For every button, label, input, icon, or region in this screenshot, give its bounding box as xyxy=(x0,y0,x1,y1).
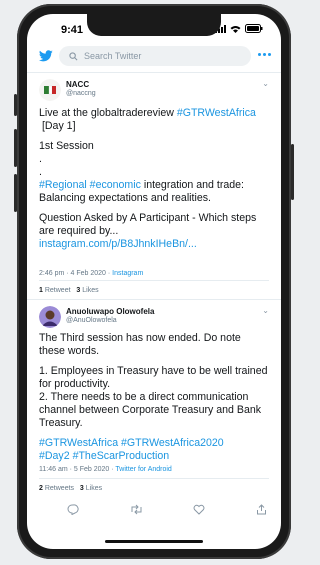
tweet-line: integration and trade: xyxy=(140,179,244,191)
tweet-source-link[interactable]: Twitter for Android xyxy=(115,466,171,473)
tweet-line: 1st Session xyxy=(39,140,94,152)
heart-icon[interactable] xyxy=(193,504,205,515)
author-name[interactable]: NACC xyxy=(66,80,89,89)
tweet-timestamp: 2:46 pm · 4 Feb 2020 · xyxy=(39,270,113,277)
author-name[interactable]: Anuoluwapo Olowofela xyxy=(66,307,154,316)
power-button xyxy=(291,144,294,200)
tweet-line: The Third session has now ended. Do note xyxy=(39,332,241,344)
retweet-icon[interactable] xyxy=(130,504,143,515)
tweet-line: for productivity. xyxy=(39,378,111,390)
twitter-bird-icon[interactable] xyxy=(39,50,53,62)
tweet-line: 2. There needs to be a direct communicat… xyxy=(39,391,249,403)
retweet-count[interactable]: 2 xyxy=(39,485,43,492)
tweet-line: Live at the globaltradereview xyxy=(39,107,177,119)
tweet-card[interactable]: NACC @naccng ⌄ Live at the globaltradere… xyxy=(27,73,281,299)
home-indicator[interactable] xyxy=(105,540,203,543)
user-photo-icon xyxy=(39,306,61,328)
screen: 9:41 Search Twitter NACC @naccng ⌄ Live … xyxy=(27,14,281,549)
top-bar: Search Twitter xyxy=(27,44,281,70)
phone-frame: 9:41 Search Twitter NACC @naccng ⌄ Live … xyxy=(14,4,294,559)
more-options-icon[interactable] xyxy=(258,53,271,56)
reply-icon[interactable] xyxy=(67,504,79,515)
author-handle: @AnuOlowofela xyxy=(66,317,117,324)
tweet-text: Live at the globaltradereview #GTRWestAf… xyxy=(39,107,271,251)
like-count[interactable]: 3 xyxy=(76,287,80,294)
nacc-logo-icon xyxy=(39,79,61,101)
chevron-down-icon[interactable]: ⌄ xyxy=(262,306,269,315)
tweet-line: [Day 1] xyxy=(41,120,76,132)
search-input[interactable]: Search Twitter xyxy=(59,46,251,66)
hashtag-link[interactable]: #GTRWestAfrica #GTRWestAfrica2020 xyxy=(39,437,271,450)
like-label[interactable]: Likes xyxy=(86,485,102,492)
tweet-line: Question Asked by A Participant - Which … xyxy=(39,212,257,224)
battery-icon xyxy=(245,24,263,33)
tweet-meta: 11:46 am · 5 Feb 2020 · Twitter for Andr… xyxy=(39,466,172,473)
tweet-actions xyxy=(67,504,267,515)
like-label[interactable]: Likes xyxy=(82,287,98,294)
volume-up-button xyxy=(14,129,17,167)
tweet-line: . xyxy=(39,153,42,165)
retweet-label[interactable]: Retweet xyxy=(45,287,71,294)
search-icon xyxy=(69,51,78,60)
tweet-line: . xyxy=(39,166,42,178)
tweet-card[interactable]: Anuoluwapo Olowofela @AnuOlowofela ⌄ The… xyxy=(27,299,281,524)
retweet-label[interactable]: Retweets xyxy=(45,485,74,492)
hashtag-link[interactable]: #Regional xyxy=(39,179,87,191)
tweet-line: these words. xyxy=(39,345,100,357)
volume-down-button xyxy=(14,174,17,212)
retweet-count[interactable]: 1 xyxy=(39,287,43,294)
share-icon[interactable] xyxy=(256,504,267,515)
status-icons xyxy=(215,24,263,33)
hashtag-link[interactable]: #economic xyxy=(90,179,141,191)
tweet-line: channel between Corporate Treasury and B… xyxy=(39,404,262,416)
instagram-link[interactable]: instagram.com/p/B8JhnkIHeBn/... xyxy=(39,238,271,251)
tweet-meta: 2:46 pm · 4 Feb 2020 · Instagram xyxy=(39,270,143,277)
hashtag-link[interactable]: #Day2 #TheScarProduction xyxy=(39,450,271,463)
tweet-line: Treasury. xyxy=(39,417,83,429)
notch xyxy=(87,14,221,36)
wifi-icon xyxy=(230,25,241,33)
avatar[interactable] xyxy=(39,79,61,101)
tweet-text: The Third session has now ended. Do note… xyxy=(39,332,271,463)
tweet-timestamp: 11:46 am · 5 Feb 2020 · xyxy=(39,466,116,473)
mute-switch xyxy=(14,94,17,116)
tweet-stats: 2 Retweets 3 Likes xyxy=(39,478,269,492)
like-count[interactable]: 3 xyxy=(80,485,84,492)
tweet-line: Balancing expectations and realities. xyxy=(39,192,211,204)
chevron-down-icon[interactable]: ⌄ xyxy=(262,79,269,88)
tweet-source-link[interactable]: Instagram xyxy=(112,270,143,277)
hashtag-link[interactable]: #GTRWestAfrica xyxy=(177,107,256,119)
tweet-line: are required by... xyxy=(39,225,119,237)
avatar[interactable] xyxy=(39,306,61,328)
author-handle: @naccng xyxy=(66,90,96,97)
tweet-stats: 1 Retweet 3 Likes xyxy=(39,280,269,294)
search-placeholder: Search Twitter xyxy=(84,51,142,61)
status-time: 9:41 xyxy=(61,24,84,36)
tweet-feed: NACC @naccng ⌄ Live at the globaltradere… xyxy=(27,72,281,524)
tweet-line: 1. Employees in Treasury have to be well… xyxy=(39,365,268,377)
